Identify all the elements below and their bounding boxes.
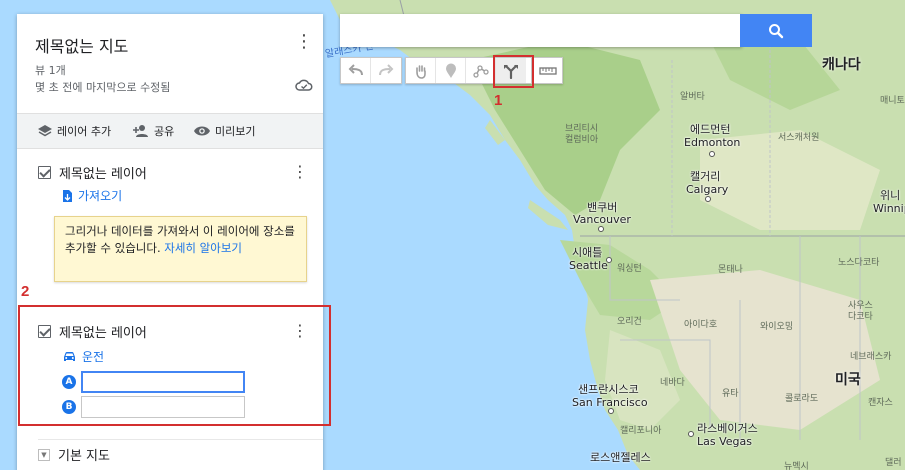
layer1-visibility-checkbox[interactable] (38, 166, 51, 179)
map-label-canada: 캐나다 (822, 57, 861, 73)
map-label-calgary-kr: 캘거리 (690, 170, 721, 183)
map-label-sask: 서스캐처원 (778, 133, 820, 143)
map-label-vegas-kr: 라스베이거스 (697, 422, 758, 435)
map-label-dallas: 댈러 (885, 458, 902, 468)
map-label-calgary: Calgary (686, 183, 729, 196)
annotation-box-2 (18, 305, 331, 426)
map-label-montana: 몬태나 (718, 265, 743, 275)
layer1-hint-box: 그리거나 데이터를 가져와서 이 레이어에 장소를 추가할 수 있습니다. 자세… (54, 216, 307, 282)
map-label-seattle-kr: 시애틀 (572, 246, 603, 259)
map-label-nevada: 네바다 (660, 378, 685, 388)
add-person-icon (133, 125, 148, 137)
map-label-vancouver-kr: 밴쿠버 (587, 201, 618, 214)
map-label-winnipeg-kr: 위니 (880, 189, 901, 202)
measure-tool[interactable] (534, 58, 562, 83)
annotation-box-1 (493, 55, 534, 88)
share-button[interactable]: 공유 (132, 123, 174, 139)
hand-icon (415, 64, 426, 79)
map-label-colorado: 콜로라도 (785, 394, 819, 404)
preview-label: 미리보기 (215, 125, 256, 138)
eye-icon (194, 126, 210, 136)
map-label-south-dakota: 사우스 다코타 (848, 301, 873, 322)
city-dot-vegas (688, 431, 694, 437)
map-label-wyoming: 와이오밍 (760, 322, 794, 332)
search-icon (769, 23, 784, 38)
city-dot-sf (608, 408, 614, 414)
map-label-utah: 유타 (722, 389, 739, 399)
layer1-title[interactable]: 제목없는 레이어 (59, 163, 147, 182)
map-label-seattle: Seattle (569, 259, 608, 272)
map-label-washington: 워싱턴 (617, 264, 642, 274)
map-label-la-kr: 로스앤젤레스 (590, 451, 651, 464)
map-label-sf-kr: 샌프란시스코 (578, 383, 639, 396)
search-button[interactable] (740, 14, 812, 47)
layer1-import-link[interactable]: 가져오기 (62, 187, 122, 204)
map-label-edmonton-kr: 에드먼턴 (690, 123, 731, 136)
redo-button[interactable] (371, 58, 401, 83)
ruler-icon (539, 66, 557, 75)
map-label-winnipeg: Winnip (873, 202, 905, 215)
map-label-sf: San Francisco (572, 396, 648, 409)
map-label-manitoba: 매니토 (880, 96, 905, 106)
expand-icon[interactable]: ▼ (38, 448, 50, 461)
map-label-idaho: 아이다호 (684, 320, 718, 330)
map-label-bc: 브리티시 컬럼비아 (565, 124, 599, 145)
layer1-import-label: 가져오기 (78, 189, 123, 203)
city-dot-vancouver (598, 226, 604, 232)
add-layer-button[interactable]: 레이어 추가 (37, 123, 111, 139)
measure-tool-group (533, 57, 563, 84)
learn-more-link[interactable]: 자세히 알아보기 (164, 241, 242, 255)
preview-button[interactable]: 미리보기 (193, 123, 255, 139)
map-last-modified: 몇 초 전에 마지막으로 수정됨 (35, 81, 171, 94)
map-label-alberta: 알버타 (680, 92, 705, 102)
add-marker-tool[interactable] (436, 58, 466, 83)
share-label: 공유 (154, 125, 175, 138)
map-label-kansas: 캔자스 (868, 398, 893, 408)
add-layer-label: 레이어 추가 (57, 125, 112, 138)
import-file-icon (63, 189, 72, 202)
annotation-number-2: 2 (21, 283, 30, 300)
layers-icon (38, 125, 52, 137)
line-icon (472, 64, 489, 78)
map-label-vancouver: Vancouver (573, 213, 631, 226)
map-label-new-mexico: 뉴멕시 (784, 462, 809, 470)
redo-icon (379, 63, 394, 75)
map-label-nebraska: 네브래스카 (850, 352, 892, 362)
history-tool-group (340, 57, 402, 84)
map-label-vegas: Las Vegas (697, 435, 752, 448)
map-label-oregon: 오리건 (617, 317, 642, 327)
map-label-north-dakota: 노스다코타 (838, 258, 880, 268)
map-title[interactable]: 제목없는 지도 (35, 33, 128, 57)
undo-icon (348, 63, 363, 75)
city-dot-edmonton (709, 151, 715, 157)
basemap-label: 기본 지도 (58, 449, 110, 464)
map-actions-bar: 레이어 추가 공유 미리보기 (17, 113, 323, 149)
marker-icon (445, 63, 456, 78)
basemap-section[interactable]: ▼ 기본 지도 (38, 439, 323, 469)
cloud-saved-icon (295, 79, 313, 91)
search-box[interactable] (340, 14, 742, 47)
city-dot-calgary (705, 196, 711, 202)
map-label-edmonton: Edmonton (684, 136, 741, 149)
layer1-options-button[interactable]: ⋮ (292, 163, 308, 181)
search-input[interactable] (340, 14, 742, 47)
city-dot-seattle (606, 257, 612, 263)
map-options-button[interactable]: ⋮ (295, 32, 313, 52)
pan-tool[interactable] (406, 58, 436, 83)
map-label-california: 캘리포니아 (620, 426, 662, 436)
annotation-number-1: 1 (494, 92, 503, 109)
map-view-count: 뷰 1개 (35, 64, 66, 77)
draw-line-tool[interactable] (466, 58, 496, 83)
undo-button[interactable] (341, 58, 371, 83)
map-label-usa: 미국 (835, 372, 861, 388)
